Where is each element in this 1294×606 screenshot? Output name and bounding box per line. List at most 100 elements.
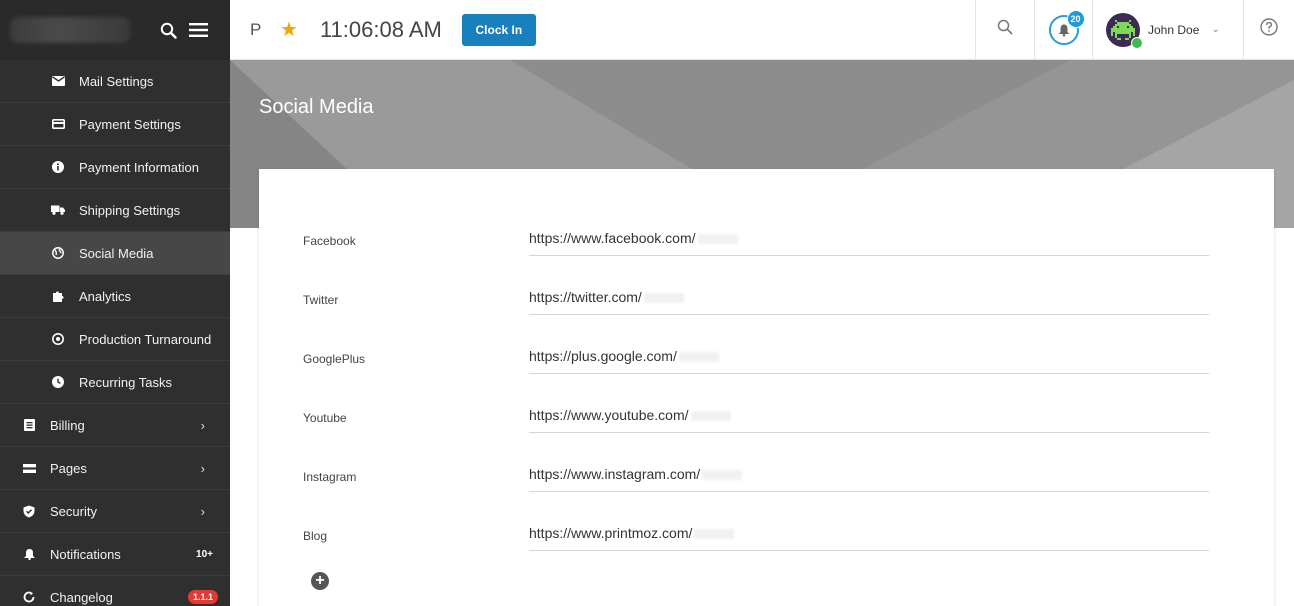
- notifications-count: 10+: [196, 548, 213, 560]
- sidebar-item-label: Production Turnaround: [79, 331, 212, 347]
- bell-icon: [22, 547, 36, 561]
- sidebar-item-label: Analytics: [79, 288, 132, 304]
- info-icon: [51, 160, 65, 174]
- redacted-text: [643, 293, 684, 304]
- redacted-text: [690, 411, 731, 422]
- header-search-button[interactable]: [975, 0, 1034, 59]
- add-social-link-button[interactable]: +: [311, 572, 329, 590]
- avatar: [1106, 12, 1143, 49]
- sidebar-item-label: Payment Settings: [79, 116, 181, 132]
- redacted-text: [678, 352, 719, 363]
- sidebar-item-changelog[interactable]: Changelog 1.1.1: [0, 576, 230, 606]
- online-status-icon: [1131, 36, 1143, 49]
- clock-time: 11:06:08 AM: [319, 16, 442, 42]
- search-icon[interactable]: [160, 22, 177, 39]
- sidebar-item-pages[interactable]: Pages ›: [0, 447, 230, 490]
- bell-icon: 20: [1048, 9, 1085, 45]
- sidebar-item-payment-settings[interactable]: Payment Settings: [0, 103, 230, 146]
- social-row-blog: Blog https://www.printmoz.com/: [259, 523, 1274, 582]
- clock-icon: [51, 375, 65, 389]
- sidebar-item-payment-information[interactable]: Payment Information: [0, 146, 230, 189]
- field-label: Twitter: [303, 293, 339, 307]
- logo[interactable]: [10, 17, 130, 43]
- sidebar-item-notifications[interactable]: Notifications 10+: [0, 533, 230, 576]
- sidebar-item-label: Changelog: [50, 589, 113, 605]
- sidebar-header: [0, 0, 230, 60]
- user-menu[interactable]: John Doe ⌄: [1092, 0, 1243, 59]
- page-title: Social Media: [259, 96, 374, 118]
- twitter-url-field[interactable]: https://twitter.com/: [529, 289, 1209, 315]
- field-label: Blog: [303, 529, 328, 543]
- chevron-right-icon: ›: [200, 461, 205, 476]
- search-icon: [997, 19, 1013, 40]
- sidebar-item-label: Payment Information: [79, 159, 199, 175]
- changelog-icon: [22, 590, 36, 604]
- redacted-text: [697, 234, 738, 245]
- sidebar-item-label: Notifications: [50, 546, 121, 562]
- social-row-facebook: Facebook https://www.facebook.com/: [259, 228, 1274, 287]
- hamburger-menu-icon[interactable]: [189, 23, 208, 37]
- sidebar-item-label: Shipping Settings: [79, 202, 181, 218]
- truck-icon: [51, 203, 65, 217]
- sidebar: Mail Settings Payment Settings Payment I…: [0, 0, 230, 606]
- sidebar-item-label: Social Media: [79, 245, 154, 261]
- redacted-text: [702, 470, 743, 481]
- facebook-url-field[interactable]: https://www.facebook.com/: [529, 230, 1209, 256]
- field-value: https://www.facebook.com/: [529, 230, 696, 246]
- puzzle-icon: [51, 289, 65, 303]
- youtube-url-field[interactable]: https://www.youtube.com/: [529, 407, 1209, 433]
- help-icon: [1260, 18, 1278, 41]
- chevron-right-icon: ›: [200, 504, 205, 519]
- globe-icon: [51, 246, 65, 260]
- field-label: Facebook: [303, 234, 356, 248]
- sidebar-item-social-media[interactable]: Social Media: [0, 232, 230, 275]
- clock-in-button[interactable]: Clock In: [461, 13, 536, 46]
- social-row-youtube: Youtube https://www.youtube.com/: [259, 405, 1274, 464]
- blog-url-field[interactable]: https://www.printmoz.com/: [529, 525, 1209, 551]
- sidebar-item-label: Mail Settings: [79, 73, 154, 89]
- notification-count-badge: 20: [1066, 9, 1085, 28]
- instagram-url-field[interactable]: https://www.instagram.com/: [529, 466, 1209, 492]
- pages-icon: [22, 461, 36, 475]
- redacted-text: [694, 529, 735, 540]
- sidebar-item-recurring-tasks[interactable]: Recurring Tasks: [0, 361, 230, 404]
- field-label: Instagram: [303, 470, 357, 484]
- user-name: John Doe: [1148, 22, 1200, 37]
- mail-icon: [51, 74, 65, 88]
- plus-icon: +: [315, 572, 325, 589]
- sidebar-item-security[interactable]: Security ›: [0, 490, 230, 533]
- social-row-instagram: Instagram https://www.instagram.com/: [259, 464, 1274, 523]
- sidebar-item-billing[interactable]: Billing ›: [0, 404, 230, 447]
- star-icon[interactable]: ★: [280, 17, 298, 42]
- field-value: https://www.instagram.com/: [529, 466, 701, 482]
- social-row-twitter: Twitter https://twitter.com/: [259, 287, 1274, 346]
- sidebar-item-analytics[interactable]: Analytics: [0, 275, 230, 318]
- sidebar-item-label: Billing: [50, 417, 85, 433]
- billing-icon: [22, 418, 36, 432]
- sidebar-item-label: Security: [50, 503, 97, 519]
- social-media-form: Facebook https://www.facebook.com/ Twitt…: [259, 169, 1274, 606]
- field-value: https://www.printmoz.com/: [529, 525, 693, 541]
- sidebar-item-production-turnaround[interactable]: Production Turnaround: [0, 318, 230, 361]
- sidebar-item-mail-settings[interactable]: Mail Settings: [0, 60, 230, 103]
- shield-icon: [22, 504, 36, 518]
- field-value: https://twitter.com/: [529, 289, 642, 305]
- sidebar-item-label: Pages: [50, 460, 87, 476]
- chevron-right-icon: ›: [200, 418, 205, 433]
- turnaround-icon: [51, 332, 65, 346]
- field-label: Youtube: [303, 411, 347, 425]
- field-value: https://plus.google.com/: [529, 348, 677, 364]
- googleplus-url-field[interactable]: https://plus.google.com/: [529, 348, 1209, 374]
- notifications-button[interactable]: 20: [1034, 0, 1092, 59]
- p-shortcut[interactable]: P: [250, 20, 264, 40]
- chevron-down-icon: ⌄: [1211, 24, 1220, 35]
- sidebar-item-shipping-settings[interactable]: Shipping Settings: [0, 189, 230, 232]
- card-icon: [51, 117, 65, 131]
- sidebar-item-label: Recurring Tasks: [79, 374, 172, 390]
- field-label: GooglePlus: [303, 352, 366, 366]
- field-value: https://www.youtube.com/: [529, 407, 689, 423]
- social-row-googleplus: GooglePlus https://plus.google.com/: [259, 346, 1274, 405]
- top-bar: P ★ 11:06:08 AM Clock In 20 John Doe ⌄: [230, 0, 1294, 60]
- help-button[interactable]: [1243, 0, 1294, 59]
- version-badge: 1.1.1: [187, 590, 218, 604]
